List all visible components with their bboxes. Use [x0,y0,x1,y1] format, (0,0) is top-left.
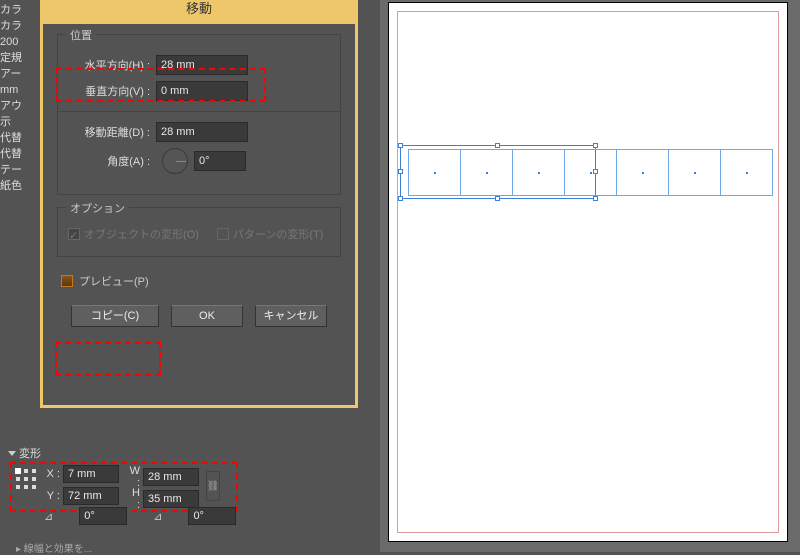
angle-input[interactable] [194,151,246,171]
shear-input[interactable] [188,507,236,525]
link-icon[interactable]: ⛓ [206,471,220,501]
rotate-input[interactable] [79,507,127,525]
w-input[interactable] [143,468,199,486]
horizontal-label: 水平方向(H) : [68,57,150,73]
vertical-label: 垂直方向(V) : [68,83,150,99]
move-dialog: 移動 位置 水平方向(H) : 垂直方向(V) : 移動距離(D) : 角度(A… [40,0,358,408]
cell[interactable] [512,149,565,196]
dialog-title: 移動 [40,0,358,24]
angle-label: 角度(A) : [68,153,150,169]
ok-button[interactable]: OK [171,305,243,327]
cancel-button[interactable]: キャンセル [255,305,327,327]
transform-tab[interactable]: 変形 [8,445,41,461]
panel-foot: ▸ 線幅と効果を... [16,540,92,555]
highlight-transform [10,462,238,512]
cell[interactable] [408,149,461,196]
grid-cells[interactable] [408,149,773,196]
cell[interactable] [616,149,669,196]
preview-label: プレビュー(P) [79,273,149,289]
cell[interactable] [460,149,513,196]
copy-button[interactable]: コピー(C) [71,305,159,327]
distance-input[interactable] [156,122,248,142]
horizontal-input[interactable] [156,55,248,75]
cell[interactable] [720,149,773,196]
y-input[interactable] [63,487,119,505]
left-panel-labels: カラカラ200定規アーmmアウ示代替代替テー紙色 [0,0,30,194]
angle-dial[interactable] [162,148,188,174]
x-input[interactable] [63,465,119,483]
transform-patterns-checkbox [217,228,229,240]
shear-icon: ⊿ [153,510,162,523]
page-margin [397,11,779,533]
cell[interactable] [668,149,721,196]
distance-label: 移動距離(D) : [68,124,150,140]
position-group: 位置 水平方向(H) : 垂直方向(V) : 移動距離(D) : 角度(A) : [57,34,341,195]
vertical-input[interactable] [156,81,248,101]
canvas-area[interactable] [380,0,800,552]
preview-checkbox[interactable] [61,275,73,287]
h-input[interactable] [143,490,199,508]
reference-point-picker[interactable] [16,469,38,491]
cell[interactable] [564,149,617,196]
triangle-icon [8,451,16,456]
options-group: オプション ✓ オブジェクトの変形(O) パターンの変形(T) [57,207,341,257]
transform-objects-checkbox: ✓ [68,228,80,240]
artboard [388,2,788,542]
rotate-icon: ⊿ [44,510,53,523]
